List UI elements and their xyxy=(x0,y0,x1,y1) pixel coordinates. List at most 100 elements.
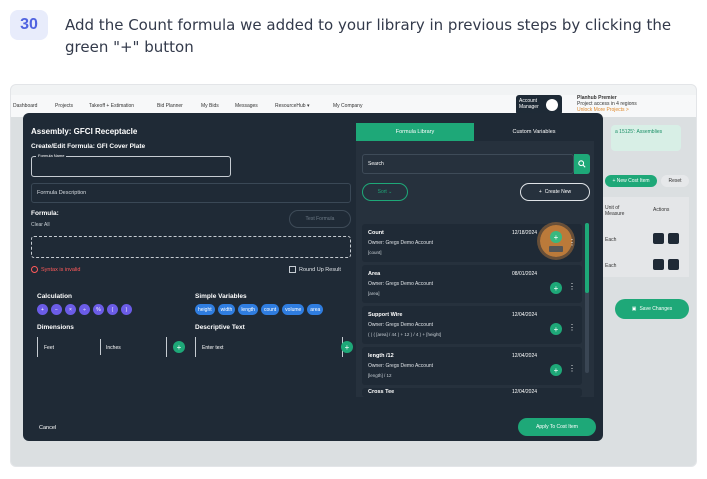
percent-operator-button[interactable]: % xyxy=(93,304,104,315)
test-formula-label: Test Formula xyxy=(305,216,335,222)
tooltip xyxy=(549,246,563,252)
nav-my-bids[interactable]: My Bids xyxy=(201,103,219,109)
step-number-badge: 30 xyxy=(10,10,48,40)
test-formula-button[interactable]: Test Formula xyxy=(289,210,351,228)
col-unit-of-measure: Unit of Measure xyxy=(605,205,625,217)
new-cost-item-button[interactable]: + New Cost Item xyxy=(605,175,657,187)
library-scrollbar[interactable] xyxy=(585,223,589,373)
formula-card-owner: Owner: Gregs Demo Account xyxy=(368,322,434,328)
formula-name-field[interactable]: Formula Name xyxy=(31,153,231,177)
variable-area-button[interactable]: area xyxy=(307,304,324,315)
formula-card-support-wire: Support Wire Owner: Gregs Demo Account (… xyxy=(362,306,582,344)
more-options-icon[interactable]: ⋮ xyxy=(568,238,576,247)
reset-label: Reset xyxy=(668,178,682,184)
variable-length-button[interactable]: length xyxy=(238,304,258,315)
row1-unit: Each xyxy=(605,237,617,243)
more-options-icon[interactable]: ⋮ xyxy=(568,282,576,291)
syntax-status: Syntax is invalid xyxy=(31,266,80,273)
add-formula-button[interactable]: + xyxy=(550,364,562,376)
delete-icon[interactable] xyxy=(668,259,679,270)
variable-width-button[interactable]: width xyxy=(217,304,236,315)
formula-description-placeholder: Formula Description xyxy=(37,190,87,196)
reset-button[interactable]: Reset xyxy=(661,175,689,187)
formula-card-date: 08/01/2024 xyxy=(512,271,538,277)
plus-icon: + xyxy=(538,189,542,195)
formula-card-name: Area xyxy=(368,271,381,277)
create-new-label: Create New xyxy=(544,189,572,195)
nav-my-company[interactable]: My Company xyxy=(333,103,362,109)
multiply-operator-button[interactable]: × xyxy=(65,304,76,315)
variable-count-button[interactable]: count xyxy=(260,304,280,315)
divider xyxy=(100,339,101,355)
variable-height-button[interactable]: height xyxy=(195,304,215,315)
formula-card-area: Area Owner: Gregs Demo Account [area] 08… xyxy=(362,265,582,303)
library-search-input[interactable]: Search xyxy=(362,154,574,174)
plus-operator-button[interactable]: + xyxy=(37,304,48,315)
cancel-button[interactable]: Cancel xyxy=(39,425,56,431)
dimensions-input[interactable]: Feet Inches xyxy=(37,337,167,357)
divide-operator-button[interactable]: ÷ xyxy=(79,304,90,315)
save-changes-button[interactable]: ▣ Save Changes xyxy=(615,299,689,319)
scrollbar-thumb[interactable] xyxy=(585,223,589,293)
minus-operator-button[interactable]: − xyxy=(51,304,62,315)
create-new-button[interactable]: + Create New xyxy=(520,183,590,201)
formula-dropzone[interactable] xyxy=(31,236,351,258)
modal-subtitle: Create/Edit Formula: GFI Cover Plate xyxy=(31,143,146,150)
round-up-label: Round Up Result xyxy=(299,266,341,273)
variable-volume-button[interactable]: volume xyxy=(282,304,305,315)
search-button[interactable] xyxy=(574,154,590,174)
inches-field[interactable]: Inches xyxy=(106,345,121,351)
edit-icon[interactable] xyxy=(653,259,664,270)
formula-card-date: 12/04/2024 xyxy=(512,353,538,359)
save-icon: ▣ xyxy=(631,306,637,312)
formula-card-owner: Owner: Gregs Demo Account xyxy=(368,240,434,246)
add-formula-button[interactable]: + xyxy=(550,323,562,335)
col-actions: Actions xyxy=(653,207,670,213)
formula-label: Formula: xyxy=(31,210,59,217)
step-instruction: Add the Count formula we added to your l… xyxy=(65,16,672,56)
open-paren-button[interactable]: ( xyxy=(107,304,118,315)
formula-name-label: Formula Name xyxy=(36,153,67,158)
account-manager-label: Account Manager xyxy=(519,98,539,110)
tab-custom-variables-label: Custom Variables xyxy=(512,129,556,135)
formula-card-expression: ( ( ( [area] / 44 ) + 12 ) / 4 ) + [heig… xyxy=(368,332,442,337)
nav-messages[interactable]: Messages xyxy=(235,103,258,109)
formula-card-date: 12/04/2024 xyxy=(512,389,538,395)
tab-formula-library[interactable]: Formula Library xyxy=(356,123,474,141)
more-options-icon[interactable]: ⋮ xyxy=(568,323,576,332)
formula-card-name: Cross Tee xyxy=(368,389,395,395)
formula-card-owner: Owner: Gregs Demo Account xyxy=(368,363,434,369)
nav-bid-planner[interactable]: Bid Planner xyxy=(157,103,183,109)
add-text-button[interactable]: + xyxy=(341,341,353,353)
sort-dropdown[interactable]: Sort ⌄ xyxy=(362,183,408,201)
formula-description-field[interactable]: Formula Description xyxy=(31,183,351,203)
screenshot-frame: Dashboard Projects Takeoff + Estimation … xyxy=(10,84,697,467)
delete-icon[interactable] xyxy=(668,233,679,244)
formula-card-owner: Owner: Gregs Demo Account xyxy=(368,281,434,287)
nav-projects[interactable]: Projects xyxy=(55,103,73,109)
feet-field[interactable]: Feet xyxy=(44,345,54,351)
nav-takeoff[interactable]: Takeoff + Estimation xyxy=(89,103,134,109)
row2-unit: Each xyxy=(605,263,617,269)
add-dimension-button[interactable]: + xyxy=(173,341,185,353)
apply-to-cost-item-button[interactable]: Apply To Cost Item xyxy=(518,418,596,436)
syntax-invalid-text: Syntax is invalid xyxy=(41,266,81,273)
notice-panel: a 15125': Assemblies xyxy=(611,125,681,151)
nav-resourcehub[interactable]: ResourceHub ▾ xyxy=(275,103,309,109)
round-up-checkbox[interactable]: Round Up Result xyxy=(289,266,341,273)
descriptive-text-heading: Descriptive Text xyxy=(195,324,245,331)
tab-custom-variables[interactable]: Custom Variables xyxy=(474,123,594,141)
account-manager-button[interactable]: Account Manager xyxy=(516,95,562,115)
close-paren-button[interactable]: ) xyxy=(121,304,132,315)
add-formula-button[interactable]: + xyxy=(550,282,562,294)
descriptive-text-input[interactable]: Enter text xyxy=(195,337,343,357)
variable-buttons: height width length count volume area xyxy=(195,304,324,315)
formula-card-cross-tee: Cross Tee 12/04/2024 xyxy=(362,388,582,397)
nav-dashboard[interactable]: Dashboard xyxy=(13,103,37,109)
simple-variables-heading: Simple Variables xyxy=(195,293,247,300)
operator-buttons: + − × ÷ % ( ) xyxy=(37,304,132,315)
more-options-icon[interactable]: ⋮ xyxy=(568,364,576,373)
clear-all-link[interactable]: Clear All xyxy=(31,222,50,228)
add-count-formula-button[interactable]: + xyxy=(550,231,562,243)
edit-icon[interactable] xyxy=(653,233,664,244)
